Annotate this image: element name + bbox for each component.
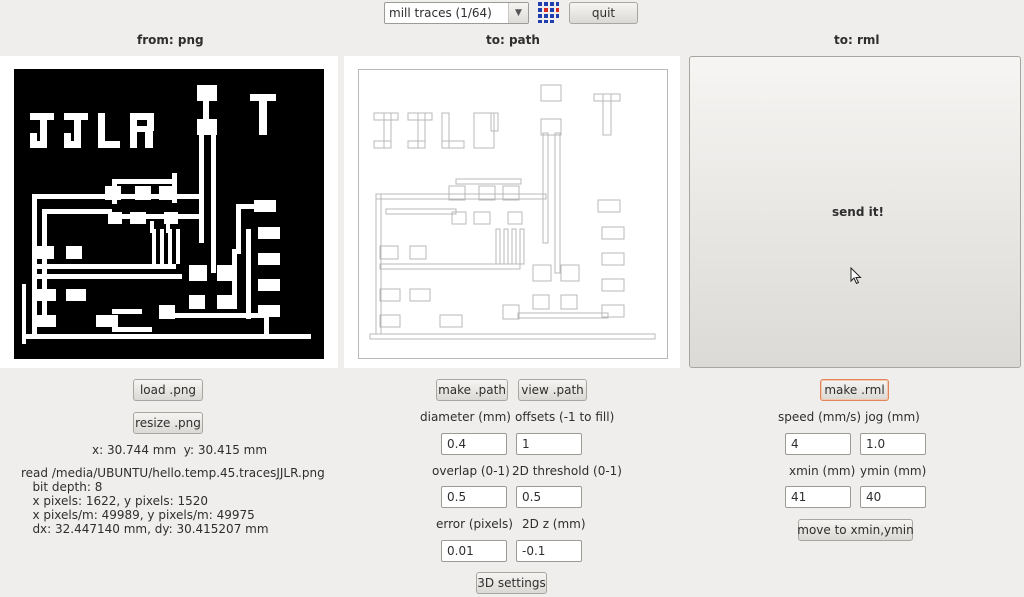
speed-label: speed (mm/s) — [778, 410, 862, 424]
speed-field[interactable]: 4 — [785, 433, 851, 455]
fab-dots-icon — [538, 2, 559, 23]
info-line-4: x pixels/m: 49989, y pixels/m: 49975 — [21, 508, 255, 522]
info-line-1: read /media/UBUNTU/hello.temp.45.tracesJ… — [21, 466, 325, 480]
diameter-field[interactable]: 0.4 — [441, 433, 507, 455]
threshold-label: 2D threshold (0-1) — [512, 464, 622, 478]
info-line-2: bit depth: 8 — [21, 480, 103, 494]
jog-label: jog (mm) — [865, 410, 920, 424]
ymin-label: ymin (mm) — [860, 464, 927, 478]
offsets-field[interactable]: 1 — [516, 433, 582, 455]
cursor-readout: x: 30.744 mm y: 30.415 mm — [92, 443, 268, 457]
z-field[interactable]: -0.1 — [516, 540, 582, 562]
jog-field[interactable]: 1.0 — [860, 433, 926, 455]
xmin-label: xmin (mm) — [789, 464, 856, 478]
mouse-pointer-icon — [850, 267, 862, 285]
offsets-label: offsets (-1 to fill) — [515, 410, 615, 424]
send-it-button[interactable]: send it! — [689, 56, 1021, 368]
info-line-3: x pixels: 1622, y pixels: 1520 — [21, 494, 209, 508]
path-preview — [344, 56, 680, 368]
3d-settings-button[interactable]: 3D settings — [476, 572, 547, 594]
overlap-label: overlap (0-1) — [432, 464, 510, 478]
info-line-5: dx: 32.447140 mm, dy: 30.415207 mm — [21, 522, 269, 536]
toolpath-image — [358, 69, 668, 359]
chevron-down-icon[interactable]: ▼ — [508, 3, 528, 23]
error-label: error (pixels) — [436, 517, 513, 531]
from-png-header: from: png — [137, 33, 204, 47]
to-rml-header: to: rml — [834, 33, 880, 47]
move-to-origin-button[interactable]: move to xmin,ymin — [797, 519, 914, 541]
process-select[interactable]: mill traces (1/64) ▼ — [384, 2, 529, 24]
pcb-traces-image — [14, 69, 324, 359]
ymin-field[interactable]: 40 — [860, 486, 926, 508]
overlap-field[interactable]: 0.5 — [441, 486, 507, 508]
load-png-button[interactable]: load .png — [133, 379, 203, 401]
resize-png-button[interactable]: resize .png — [133, 412, 203, 434]
make-path-button[interactable]: make .path — [436, 379, 508, 401]
error-field[interactable]: 0.01 — [441, 540, 507, 562]
process-select-value: mill traces (1/64) — [389, 6, 492, 20]
view-path-button[interactable]: view .path — [518, 379, 587, 401]
threshold-field[interactable]: 0.5 — [516, 486, 582, 508]
send-it-label: send it! — [832, 205, 884, 219]
z-label: 2D z (mm) — [522, 517, 586, 531]
make-rml-button[interactable]: make .rml — [820, 379, 889, 401]
quit-button[interactable]: quit — [569, 2, 638, 24]
png-preview — [0, 56, 338, 368]
diameter-label: diameter (mm) — [420, 410, 511, 424]
to-path-header: to: path — [486, 33, 540, 47]
xmin-field[interactable]: 41 — [785, 486, 851, 508]
